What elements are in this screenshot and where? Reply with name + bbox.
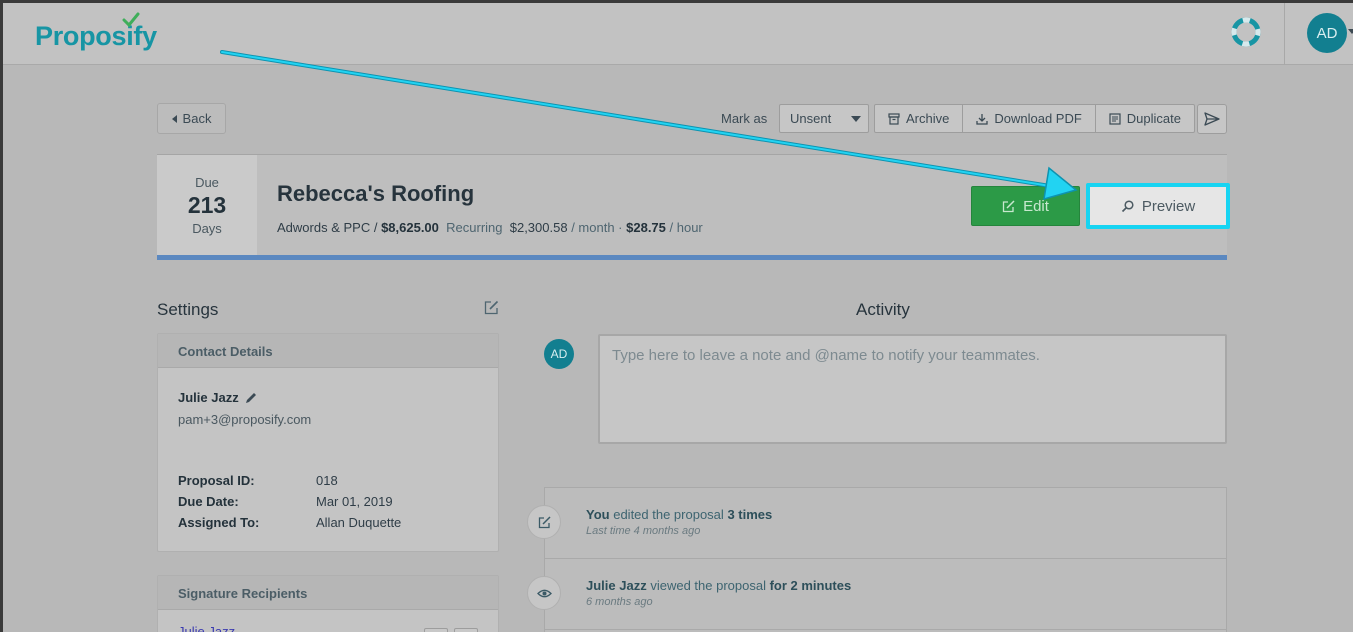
recurring-unit: / month · [571,220,623,235]
hourly-unit: / hour [669,220,703,235]
activity-time: 6 months ago [586,596,653,608]
duplicate-label: Duplicate [1126,111,1181,126]
activity-detail: 3 times [727,507,773,522]
activity-note-input[interactable]: Type here to leave a note and @name to n… [598,334,1227,444]
contact-name: Julie Jazz [178,390,258,405]
action-button-group: Archive Download PDF Duplicate [874,104,1195,133]
proposal-pricing: Adwords & PPC / $8,625.00 Recurring $2,3… [277,220,703,235]
due-date-row: Due Date: Mar 01, 2019 [178,494,393,509]
signature-recipient-link[interactable]: Julie Jazz [178,624,235,632]
assigned-to-row: Assigned To: Allan Duquette [178,515,401,530]
field-label: Proposal ID: [178,473,255,488]
due-counter: Due 213 Days [157,155,257,256]
activity-action: viewed the proposal [650,578,766,593]
edit-button[interactable]: Edit [971,186,1080,226]
proposal-amount: $8,625.00 [381,220,439,235]
due-unit: Days [192,221,222,236]
duplicate-button[interactable]: Duplicate [1096,105,1194,132]
activity-action: edited the proposal [613,507,724,522]
download-pdf-button[interactable]: Download PDF [963,105,1096,132]
archive-button[interactable]: Archive [875,105,964,132]
search-icon [1121,199,1134,212]
pencil-icon[interactable] [244,391,258,405]
top-navbar: Proposify AD [3,3,1353,65]
contact-email: pam+3@proposify.com [178,412,312,427]
activity-actor: You [586,507,610,522]
contact-name-text: Julie Jazz [178,390,239,405]
service-name: Adwords & PPC / [277,220,378,235]
preview-button[interactable]: Preview [1086,183,1230,229]
download-icon [976,113,989,125]
contact-details-panel: Contact Details Julie Jazz pam+3@proposi… [157,333,499,552]
back-button[interactable]: Back [157,103,226,134]
mark-as-label: Mark as [721,111,768,126]
activity-list: You edited the proposal 3 times Last tim… [544,487,1227,632]
field-label: Due Date: [178,494,239,509]
recurring-label: Recurring [446,220,503,235]
due-label: Due [195,175,219,190]
activity-heading: Activity [856,300,910,319]
chevron-down-icon[interactable] [1348,29,1353,34]
archive-label: Archive [906,111,950,126]
chevron-down-icon [851,116,861,122]
due-number: 213 [187,192,227,218]
field-value: Allan Duquette [316,515,402,530]
app-viewport: Proposify AD Back Mark as Unsent Archive… [3,3,1353,632]
field-value: 018 [316,473,338,488]
proposal-id-row: Proposal ID: 018 [178,473,338,488]
edit-settings-icon[interactable] [484,300,499,315]
activity-actor: Julie Jazz [586,578,647,593]
activity-text: You edited the proposal 3 times [586,507,772,522]
preview-label: Preview [1141,197,1196,215]
send-button[interactable] [1197,104,1227,134]
recipient-action-button[interactable] [454,628,478,632]
activity-detail: for 2 minutes [769,578,852,593]
proposal-header: Due 213 Days Rebecca's Roofing Adwords &… [157,154,1230,260]
duplicate-icon [1109,112,1121,125]
chevron-left-icon [171,114,177,123]
eye-icon [527,576,561,610]
logo-checkmark-icon [122,12,140,28]
nav-divider [1284,3,1285,65]
status-select[interactable]: Unsent [779,104,869,133]
proposal-title: Rebecca's Roofing [277,181,475,206]
help-lifebuoy-icon[interactable] [1231,17,1261,47]
contact-details-heading: Contact Details [158,334,498,368]
signature-recipients-panel: Signature Recipients Julie Jazz [157,575,499,632]
recipient-action-button[interactable] [424,628,448,632]
activity-time: Last time 4 months ago [586,525,701,537]
hourly-amount: $28.75 [626,220,666,235]
field-label: Assigned To: [178,515,260,530]
progress-bar [157,255,1227,260]
archive-icon [888,112,900,125]
activity-item: Julie Jazz viewed the proposal for 2 min… [545,559,1226,630]
activity-text: Julie Jazz viewed the proposal for 2 min… [586,578,851,593]
signature-recipients-heading: Signature Recipients [158,576,498,610]
send-icon [1204,112,1220,126]
edit-icon [1002,199,1015,212]
note-author-avatar: AD [544,339,574,369]
user-avatar[interactable]: AD [1307,13,1347,53]
recurring-amount: $2,300.58 [509,220,568,235]
edit-label: Edit [1023,197,1049,215]
edit-activity-icon [527,505,561,539]
back-button-label: Back [182,111,212,126]
field-value: Mar 01, 2019 [316,494,393,509]
download-pdf-label: Download PDF [994,111,1082,126]
status-select-value: Unsent [790,111,832,126]
activity-item: You edited the proposal 3 times Last tim… [545,488,1226,559]
settings-heading: Settings [157,300,219,319]
